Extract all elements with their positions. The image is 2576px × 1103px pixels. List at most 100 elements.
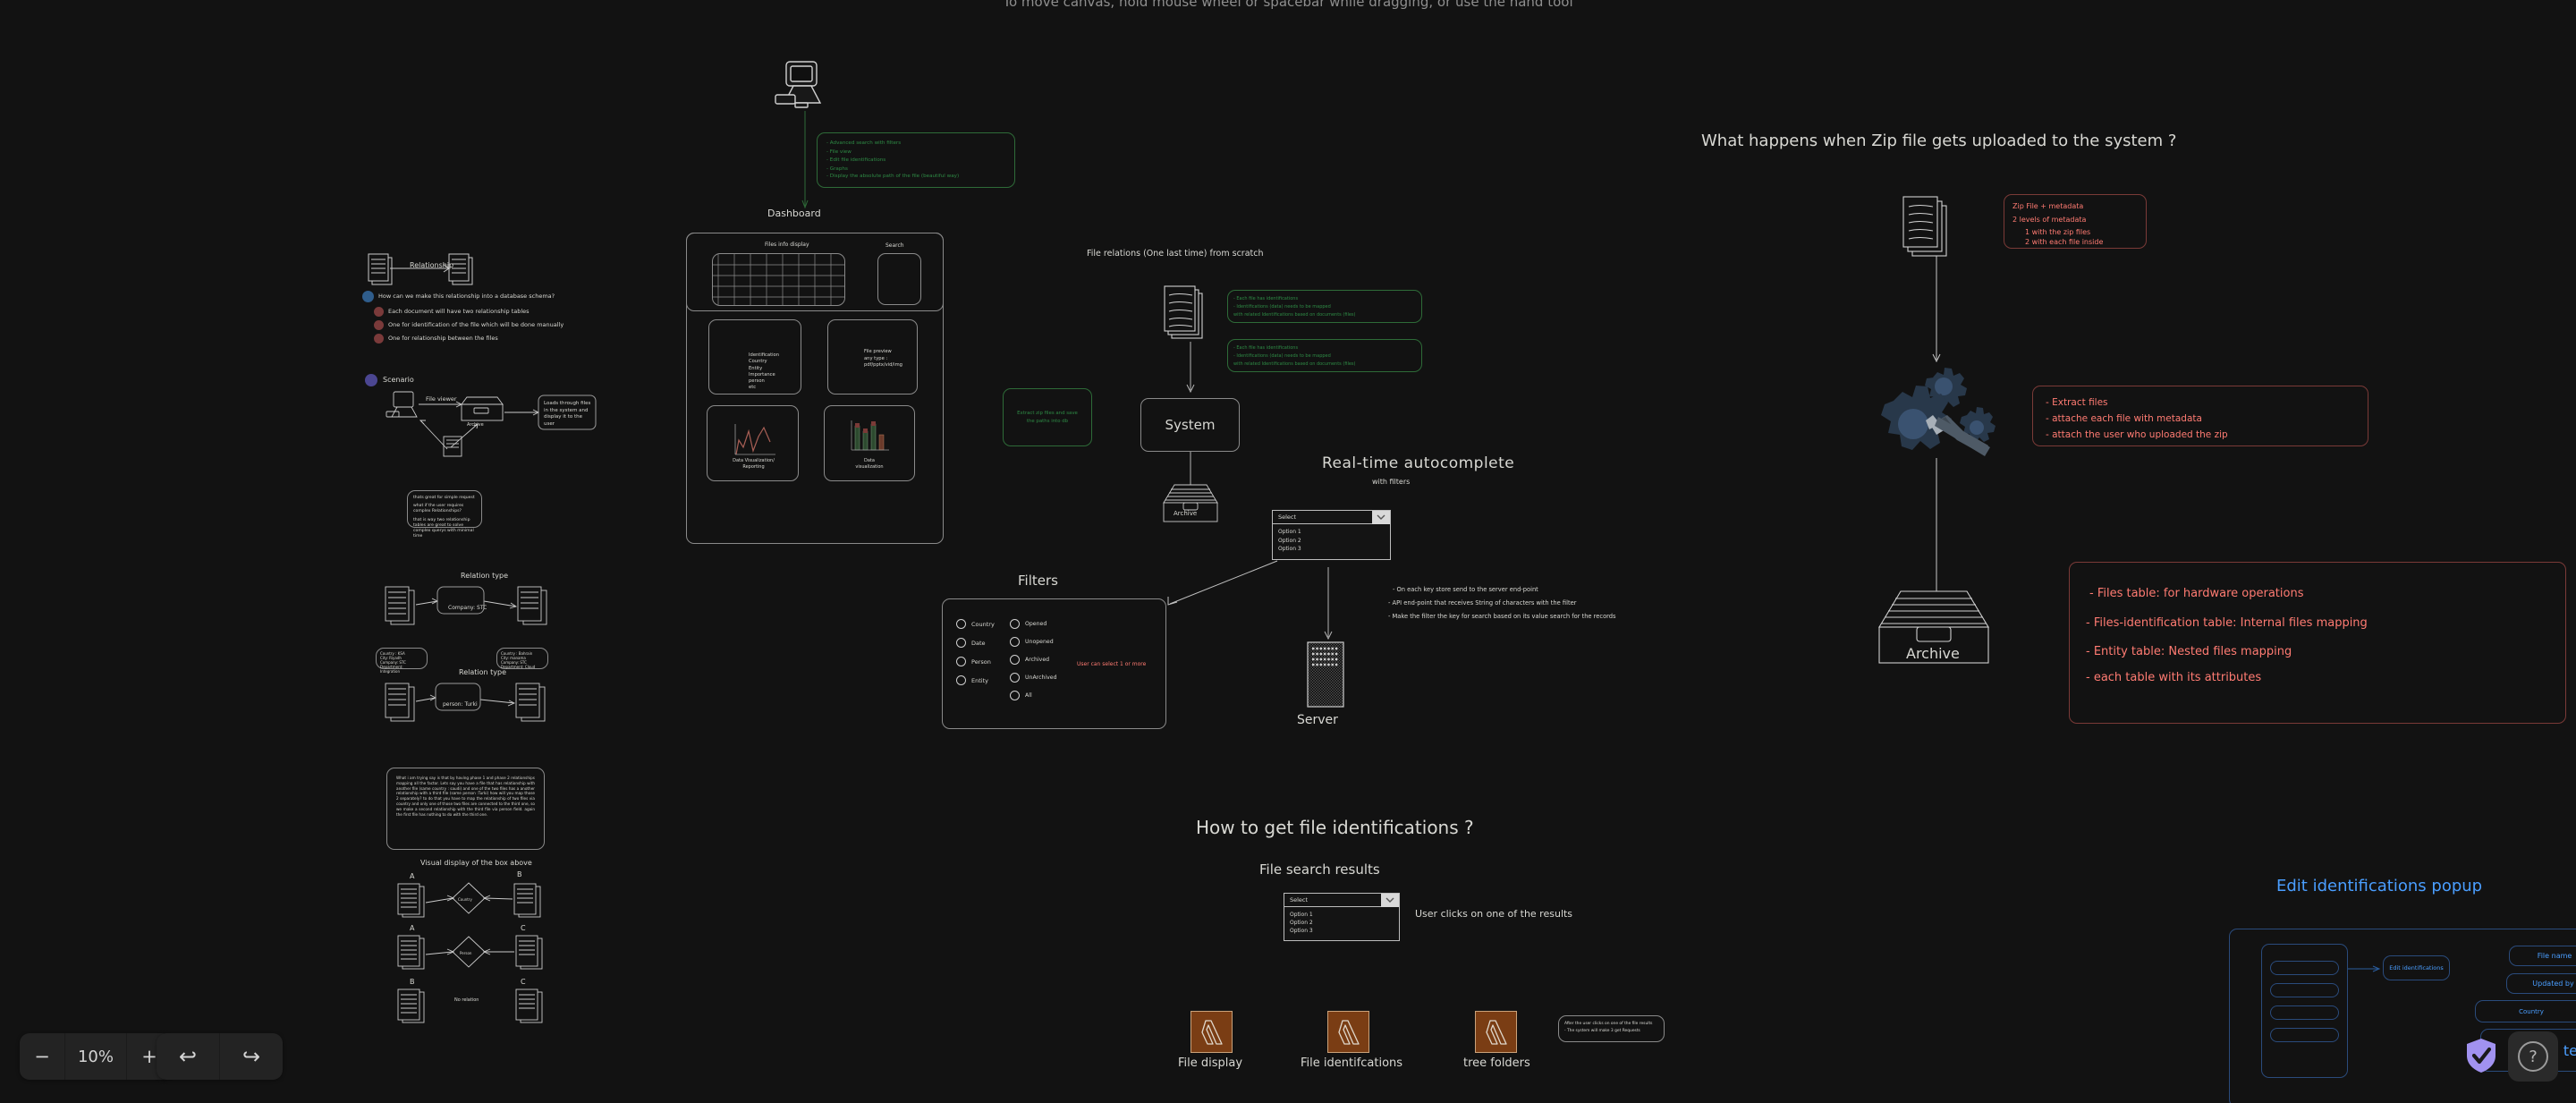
data-viz-card: Data visualization [824, 405, 915, 481]
zip-note-0: Zip File + metadata [2012, 202, 2084, 210]
edit-identifications-button[interactable]: Edit identifications [2383, 955, 2450, 980]
chevron-down-icon[interactable] [1381, 894, 1399, 907]
zoom-toolbar[interactable]: − 10% + [20, 1033, 172, 1080]
doc-attrs-left: Country : KSA City: Riyadh Company: STC … [376, 648, 428, 674]
popup-list-item[interactable] [2270, 1005, 2339, 1020]
filter-label: Country [971, 620, 995, 628]
scenario-edge-label: File viewer [426, 395, 457, 403]
relation-type-label: Relation type [461, 572, 508, 580]
lambda-file-identifications[interactable]: File identifcations [1301, 1011, 1402, 1070]
chevron-down-icon[interactable] [1372, 511, 1390, 524]
lambda-icon [1327, 1011, 1369, 1053]
radio-icon[interactable] [956, 657, 966, 666]
search-mock-box[interactable] [877, 253, 921, 305]
lambda-tree-folders[interactable]: tree folders [1463, 1011, 1530, 1070]
ident-4: person [749, 378, 765, 385]
filter-option[interactable]: Country [956, 619, 995, 629]
note1-2: with related Identifications based on do… [1233, 311, 1356, 318]
visual-display-title: Visual display of the box above [420, 859, 532, 867]
pair-rel-label: Country [458, 897, 472, 902]
autocomplete-options[interactable]: Option 1 Option 2 Option 3 [1272, 524, 1391, 560]
archive-drawer-icon: Archive [1155, 481, 1226, 524]
popup-field-updated-by[interactable]: Updated by [2506, 973, 2576, 994]
ac-note-2: - Make the filter the key for search bas… [1388, 613, 1616, 620]
lambda-icon [1475, 1011, 1517, 1053]
preview-1: any type : [864, 355, 888, 361]
extract-zip-note: Extract zip files and save the paths int… [1003, 388, 1092, 446]
schema-answer-list: Each document will have two relationship… [374, 307, 622, 344]
file-search-results-title: File search results [1259, 861, 1380, 878]
note1-1: - Identifications (data) needs to be map… [1233, 303, 1331, 310]
system-label: System [1165, 417, 1216, 433]
filter-label: Archived [1025, 657, 1050, 663]
help-button[interactable]: ? [2508, 1031, 2558, 1082]
pair-rel-label: No relation [454, 997, 479, 1003]
autocomplete-select-input[interactable]: Select [1272, 510, 1391, 524]
note-line-1: what if the user requires complex Relati… [413, 504, 464, 514]
radio-icon[interactable] [956, 619, 966, 629]
shield-check-icon[interactable] [2465, 1038, 2497, 1073]
radio-icon[interactable] [1010, 673, 1020, 683]
radio-icon[interactable] [1010, 655, 1020, 665]
search-label: Search [886, 242, 904, 249]
click-result-note: User clicks on one of the results [1415, 908, 1573, 920]
popup-list-item[interactable] [2270, 1028, 2339, 1042]
filter-label: Person [971, 658, 991, 666]
option-0[interactable]: Option 1 [1278, 528, 1385, 537]
docs-to-system-arrow [1186, 342, 1195, 394]
filter-option[interactable]: Archived [1010, 655, 1057, 665]
lambda-file-display[interactable]: File display [1178, 1011, 1242, 1070]
result-option-1[interactable]: Option 2 [1290, 919, 1394, 927]
pair-row-1: A C Person [385, 924, 564, 978]
viz-1: visualization [855, 464, 884, 470]
radio-icon[interactable] [1010, 637, 1020, 647]
file-relations-title: File relations (One last time) from scra… [1087, 249, 1264, 259]
ac-note-1: - API end-point that receives String of … [1388, 599, 1577, 607]
zoom-out-button[interactable]: − [20, 1033, 64, 1080]
results-options[interactable]: Option 1 Option 2 Option 3 [1284, 907, 1400, 941]
filter-option[interactable]: All [1010, 691, 1057, 700]
popup-field-label: Country [2519, 1007, 2544, 1015]
popup-list-item[interactable] [2270, 961, 2339, 975]
popup-field-file-name[interactable]: File name [2509, 946, 2576, 966]
option-2[interactable]: Option 3 [1278, 545, 1385, 554]
filter-option[interactable]: Opened [1010, 619, 1057, 629]
zoom-level-display[interactable]: 10% [64, 1033, 126, 1080]
viz-0: Data [864, 458, 875, 463]
radio-icon[interactable] [1010, 619, 1020, 629]
tables-note-1: - Files-identification table: Internal f… [2086, 616, 2368, 630]
results-select-input[interactable]: Select [1284, 893, 1400, 907]
radio-icon[interactable] [1010, 691, 1020, 700]
excalidraw-canvas[interactable]: To move canvas, hold mouse wheel or spac… [0, 0, 2576, 1103]
dashboard-arrow [801, 111, 809, 209]
option-1[interactable]: Option 2 [1278, 537, 1385, 546]
undo-button[interactable]: ↩ [157, 1033, 219, 1080]
popup-field-country[interactable]: Country [2475, 1000, 2576, 1022]
ident-3: Importance [749, 371, 775, 378]
zip-to-gears-arrow [1932, 256, 1941, 363]
filter-option[interactable]: Person [956, 657, 995, 666]
system-node[interactable]: System [1140, 398, 1240, 452]
dashboard-title: Dashboard [767, 208, 821, 219]
pair-row-0: A B Country [385, 870, 564, 926]
results-select[interactable]: Select Option 1 Option 2 Option 3 [1284, 893, 1400, 941]
redo-button[interactable]: ↪ [219, 1033, 283, 1080]
autocomplete-select[interactable]: Select Option 1 Option 2 Option 3 [1272, 510, 1391, 560]
ident-0: Identification [749, 352, 780, 358]
filter-option[interactable]: Entity [956, 675, 995, 685]
filter-option[interactable]: UnArchived [1010, 673, 1057, 683]
radio-icon[interactable] [956, 638, 966, 648]
result-option-0[interactable]: Option 1 [1290, 911, 1394, 919]
result-option-2[interactable]: Option 3 [1290, 927, 1394, 935]
popup-list-item[interactable] [2270, 983, 2339, 997]
tables-note-3: - each table with its attributes [2086, 671, 2262, 684]
filter-option[interactable]: Date [956, 638, 995, 648]
feature-2: - Edit file identifications [826, 157, 886, 164]
preview-0: File preview [864, 349, 892, 354]
ident-1: Country [749, 359, 767, 365]
history-toolbar[interactable]: ↩ ↪ [157, 1033, 283, 1080]
popup-cta-label: te [2563, 1041, 2576, 1059]
extract-0: Extract zip files and save [1017, 411, 1078, 417]
radio-icon[interactable] [956, 675, 966, 685]
filter-option[interactable]: Unopened [1010, 637, 1057, 647]
